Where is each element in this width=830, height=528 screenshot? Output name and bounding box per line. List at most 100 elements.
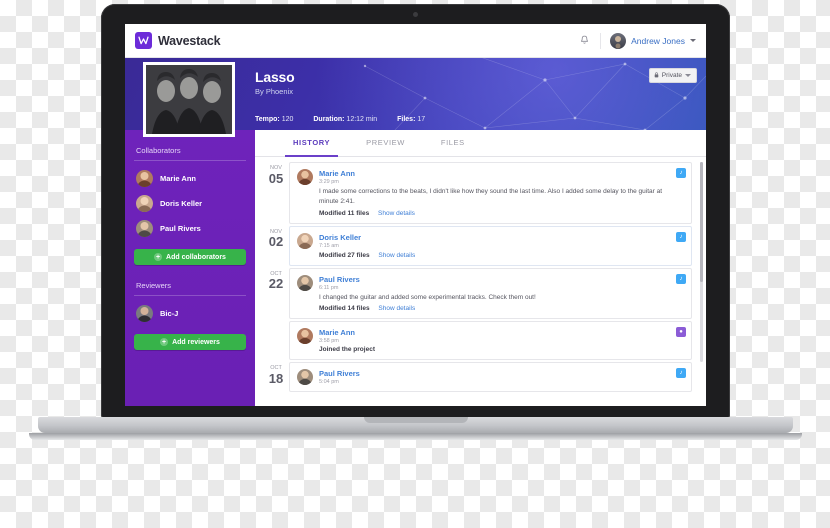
- avatar: [297, 328, 313, 345]
- avatar: [610, 32, 627, 49]
- lock-icon: [654, 71, 659, 80]
- brand-name: Wavestack: [158, 33, 221, 48]
- laptop-base-shadow: [29, 433, 802, 440]
- person-icon: ●: [676, 327, 686, 338]
- card-body: Paul Rivers 5:04 pm: [319, 369, 684, 385]
- collaborator-name: Paul Rivers: [160, 224, 201, 233]
- app-body: Collaborators Marie Ann Doris Keller Pau…: [125, 62, 706, 406]
- plus-icon: +: [154, 253, 163, 261]
- chevron-down-icon: [690, 39, 696, 42]
- tab-files[interactable]: FILES: [423, 130, 483, 156]
- music-note-icon: ♪: [676, 231, 686, 242]
- album-art: [143, 62, 235, 137]
- tab-history[interactable]: HISTORY: [275, 130, 348, 157]
- privacy-dropdown[interactable]: Private: [648, 68, 697, 83]
- list-item: Nov 02 Doris Keller: [263, 225, 692, 266]
- author-name[interactable]: Paul Rivers: [319, 275, 684, 284]
- avatar: [136, 305, 153, 322]
- laptop-screen: Wavestack Andrew Jones Lasso By Phoenix …: [125, 24, 706, 406]
- add-collaborators-button[interactable]: + Add collaborators: [134, 249, 246, 265]
- wavestack-app: Wavestack Andrew Jones Lasso By Phoenix …: [125, 24, 706, 406]
- collaborator-item[interactable]: Marie Ann: [134, 166, 246, 191]
- card-body: Marie Ann 3:29 pm I made some correction…: [319, 169, 684, 217]
- entry-date: Nov 05: [263, 162, 289, 224]
- show-details-link[interactable]: Show details: [378, 252, 415, 259]
- reviewers-label: Reviewers: [136, 281, 172, 290]
- timestamp: 3:29 pm: [319, 179, 339, 185]
- track-meta: Tempo: 120 Duration: 12:12 min Files: 17: [255, 116, 706, 123]
- comment-text: I changed the guitar and added some expe…: [319, 293, 536, 301]
- collaborator-name: Marie Ann: [160, 174, 196, 183]
- laptop-base: [38, 417, 793, 433]
- webcam: [413, 12, 418, 17]
- page-title: Lasso: [255, 69, 295, 85]
- bell-icon[interactable]: [578, 34, 591, 47]
- author-name[interactable]: Marie Ann: [319, 328, 684, 337]
- entry-date: Oct 18: [263, 362, 289, 392]
- divider: [134, 295, 246, 296]
- history-card[interactable]: Marie Ann 3:29 pm I made some correction…: [289, 162, 692, 224]
- history-card[interactable]: Marie Ann 3:58 pm Joined the project ●: [289, 321, 692, 361]
- app-topbar: Wavestack Andrew Jones: [125, 24, 706, 58]
- scrollbar-thumb[interactable]: [700, 162, 703, 282]
- card-footer: Modified 14 files Show details: [319, 305, 684, 312]
- meta-files: Files: 17: [397, 116, 434, 123]
- feed-scrollbar[interactable]: [700, 162, 703, 362]
- history-feed: Nov 05 Marie Ann: [255, 156, 706, 406]
- joined-text: Joined the project: [319, 346, 375, 354]
- avatar: [136, 220, 153, 237]
- plus-icon: +: [160, 338, 169, 346]
- entry-date: Oct 22: [263, 268, 289, 320]
- comment-text: I made some corrections to the beats, I …: [319, 188, 663, 205]
- chevron-down-icon: [685, 74, 691, 77]
- card-footer: Modified 11 files Show details: [319, 210, 684, 217]
- avatar: [297, 274, 313, 291]
- user-name: Andrew Jones: [631, 35, 685, 46]
- reviewer-item[interactable]: Bic-J: [134, 301, 246, 326]
- brand[interactable]: Wavestack: [135, 32, 221, 49]
- divider: [134, 160, 246, 161]
- entry-date: [263, 321, 289, 360]
- add-collaborators-label: Add collaborators: [166, 253, 226, 261]
- card-footer: Modified 27 files Show details: [319, 252, 684, 259]
- entry-day: 22: [268, 276, 284, 291]
- modified-files: Modified 14 files: [319, 305, 370, 313]
- entry-day: 05: [268, 170, 284, 186]
- privacy-label: Private: [661, 72, 682, 79]
- meta-tempo-value: 120: [281, 116, 294, 123]
- show-details-link[interactable]: Show details: [378, 305, 415, 312]
- entry-day: 02: [268, 234, 284, 249]
- screenshot-canvas: Wavestack Andrew Jones Lasso By Phoenix …: [0, 0, 830, 528]
- user-menu[interactable]: Andrew Jones: [600, 32, 696, 49]
- music-note-icon: ♪: [676, 168, 686, 178]
- collaborator-item[interactable]: Paul Rivers: [134, 216, 246, 241]
- history-card[interactable]: Paul Rivers 6:11 pm I changed the guitar…: [289, 267, 692, 320]
- laptop-lid: Wavestack Andrew Jones Lasso By Phoenix …: [101, 4, 730, 419]
- timestamp: 7:15 am: [319, 242, 339, 249]
- meta-tempo: Tempo: 120: [255, 116, 302, 123]
- meta-files-label: Files:: [397, 116, 416, 123]
- card-body: Marie Ann 3:58 pm Joined the project: [319, 328, 684, 353]
- author-name[interactable]: Paul Rivers: [319, 369, 684, 378]
- meta-duration-label: Duration:: [313, 116, 345, 123]
- author-name[interactable]: Doris Keller: [319, 233, 684, 242]
- show-details-link[interactable]: Show details: [378, 210, 415, 217]
- topbar-right: Andrew Jones: [578, 32, 696, 49]
- laptop-device: Wavestack Andrew Jones Lasso By Phoenix …: [29, 4, 802, 449]
- entry-date: Nov 02: [263, 226, 289, 266]
- history-card[interactable]: Paul Rivers 5:04 pm ♪: [289, 362, 692, 393]
- collaborator-item[interactable]: Doris Keller: [134, 191, 246, 216]
- list-item: Marie Ann 3:58 pm Joined the project ●: [263, 321, 692, 361]
- author-name[interactable]: Marie Ann: [319, 169, 684, 178]
- entry-day: 18: [268, 370, 284, 386]
- history-card[interactable]: Doris Keller 7:15 am Modified 27 files S…: [289, 225, 692, 266]
- tab-preview[interactable]: PREVIEW: [348, 130, 423, 156]
- meta-duration-value: 12:12 min: [346, 116, 378, 123]
- avatar: [297, 169, 313, 185]
- music-note-icon: ♪: [676, 368, 686, 379]
- card-body: Doris Keller 7:15 am Modified 27 files S…: [319, 233, 684, 259]
- main-panel: HISTORY PREVIEW FILES Nov 05: [255, 130, 706, 406]
- avatar: [297, 369, 313, 386]
- add-reviewers-button[interactable]: + Add reviewers: [134, 334, 246, 350]
- modified-files: Modified 27 files: [319, 251, 370, 259]
